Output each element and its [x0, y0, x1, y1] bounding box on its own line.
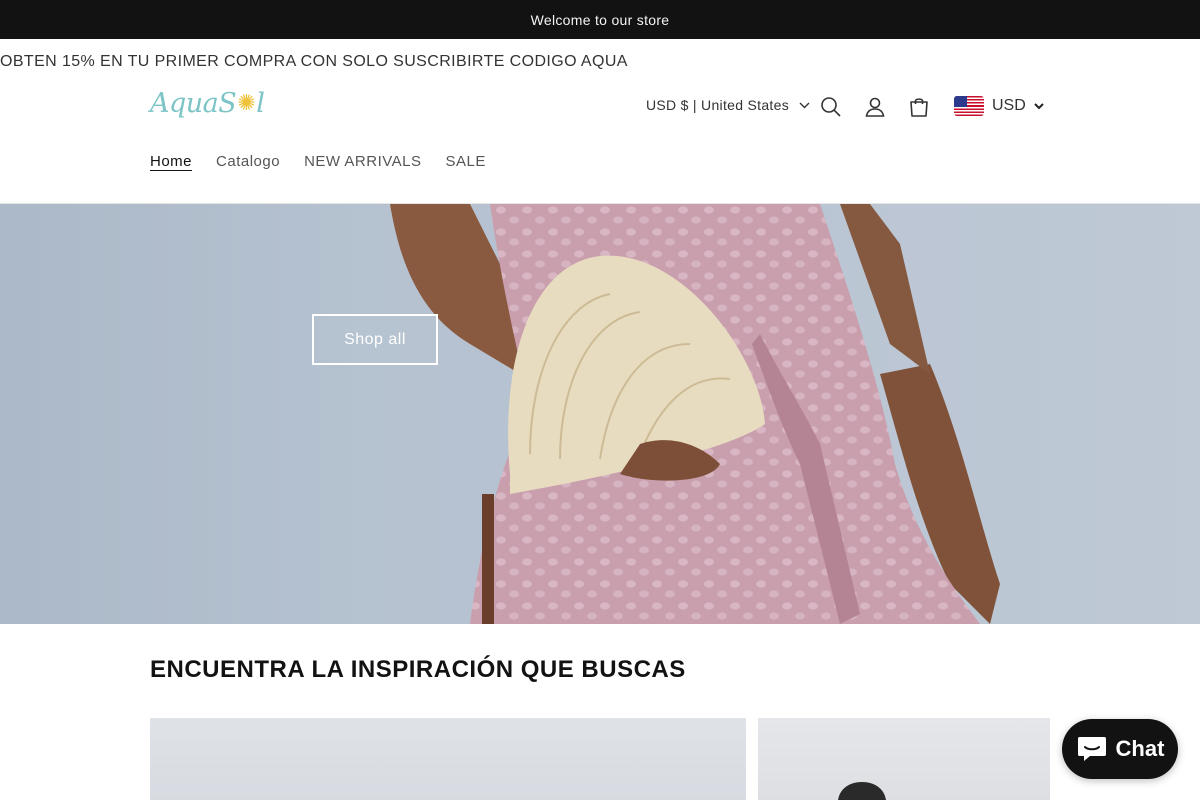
- chevron-down-icon: [799, 102, 810, 108]
- currency-selector[interactable]: USD: [954, 96, 1044, 116]
- logo-text-end: l: [256, 88, 265, 119]
- promo-banner: OBTEN 15% EN TU PRIMER COMPRA CON SOLO S…: [0, 53, 628, 70]
- collection-card-2[interactable]: [758, 718, 1050, 800]
- hero-image: [0, 204, 1200, 624]
- hero-banner: Shop all: [0, 204, 1200, 624]
- announcement-text: Welcome to our store: [530, 11, 670, 28]
- section-title: ENCUENTRA LA INSPIRACIÓN QUE BUSCAS: [150, 656, 686, 683]
- main-nav: Home Catalogo NEW ARRIVALS SALE: [150, 153, 486, 170]
- nav-item-catalogo[interactable]: Catalogo: [216, 153, 280, 170]
- announcement-bar: Welcome to our store: [0, 0, 1200, 39]
- country-selector-label: USD $ | United States: [646, 97, 789, 113]
- shop-all-button[interactable]: Shop all: [312, 314, 438, 365]
- country-selector[interactable]: USD $ | United States: [646, 97, 810, 113]
- search-icon[interactable]: [819, 95, 843, 119]
- chat-bubble-icon: [1077, 737, 1106, 761]
- chat-button[interactable]: Chat: [1062, 719, 1178, 779]
- store-logo[interactable]: Aqua S ✺ l: [150, 88, 265, 119]
- chat-label: Chat: [1115, 736, 1165, 761]
- nav-item-home[interactable]: Home: [150, 153, 192, 170]
- collection-card-2-image: [838, 782, 886, 800]
- caret-down-icon: [1034, 102, 1044, 109]
- sun-icon: ✺: [237, 91, 256, 116]
- nav-item-sale[interactable]: SALE: [445, 153, 485, 170]
- logo-text-start: Aqua: [150, 88, 219, 119]
- collection-card-1[interactable]: [150, 718, 746, 800]
- account-icon[interactable]: [863, 95, 887, 119]
- currency-label: USD: [992, 97, 1026, 114]
- cart-icon[interactable]: [907, 95, 931, 119]
- nav-item-new-arrivals[interactable]: NEW ARRIVALS: [304, 153, 421, 170]
- us-flag-icon: [954, 96, 984, 116]
- logo-text-mid: S: [218, 88, 237, 119]
